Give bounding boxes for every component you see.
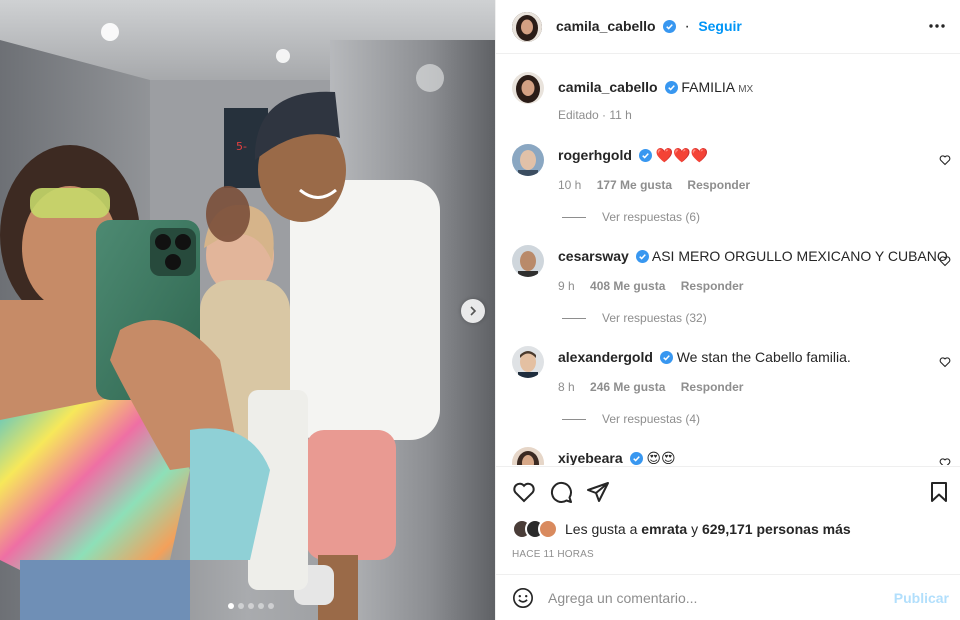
view-replies-label: Ver respuestas (32) xyxy=(602,311,707,325)
view-replies-label: Ver respuestas (6) xyxy=(602,210,701,224)
commenter-avatar[interactable] xyxy=(512,144,544,176)
heart-icon[interactable] xyxy=(939,457,951,465)
comment-username[interactable]: cesarsway xyxy=(558,248,629,264)
heart-icon[interactable] xyxy=(512,480,536,504)
share-icon[interactable] xyxy=(586,480,610,504)
next-slide-button[interactable] xyxy=(461,299,485,323)
carousel-dot xyxy=(258,603,264,609)
comment-username[interactable]: alexandergold xyxy=(558,349,653,365)
author-avatar[interactable] xyxy=(512,72,544,104)
post-timestamp[interactable]: HACE 11 HORAS xyxy=(512,549,594,560)
likes-prefix: Les gusta a xyxy=(565,521,638,537)
carousel-dot xyxy=(238,603,244,609)
view-replies-label: Ver respuestas (4) xyxy=(602,412,701,426)
heart-icon[interactable] xyxy=(939,154,951,166)
comment-likes[interactable]: 177 Me gusta xyxy=(597,178,672,192)
verified-icon xyxy=(663,20,677,33)
view-replies-button[interactable]: Ver respuestas (4) xyxy=(562,412,700,426)
post-header: camila_cabello · Seguir xyxy=(496,0,960,54)
post-actions: Les gusta a emrata y 629,171 personas má… xyxy=(496,466,960,574)
verified-icon xyxy=(659,351,673,364)
verified-icon xyxy=(629,452,643,465)
replies-divider xyxy=(562,317,586,319)
likes-joiner: y xyxy=(691,521,699,537)
comment-icon[interactable] xyxy=(549,480,573,504)
comments-list[interactable]: camila_cabello FAMILIA MX Editado · 11 h… xyxy=(496,55,960,465)
comment-meta: 9 h 408 Me gusta Responder xyxy=(558,279,755,293)
photo-elevator-selfie: 5- xyxy=(0,0,495,620)
carousel-dot xyxy=(268,603,274,609)
likes-summary[interactable]: Les gusta a emrata y 629,171 personas má… xyxy=(512,519,851,539)
carousel-indicator xyxy=(228,603,274,609)
reply-button[interactable]: Responder xyxy=(681,380,744,394)
commenter-avatar[interactable] xyxy=(512,346,544,378)
avatar-image xyxy=(512,447,544,465)
carousel-dot xyxy=(228,603,234,609)
emoji-icon[interactable] xyxy=(512,587,534,609)
heart-icon[interactable] xyxy=(939,356,951,368)
carousel-dot xyxy=(248,603,254,609)
publish-button[interactable]: Publicar xyxy=(894,590,949,606)
follow-button[interactable]: Seguir xyxy=(698,18,742,34)
comment-item: cesarsway ASI MERO ORGULLO MEXICANO Y CU… xyxy=(496,245,960,325)
comment-text: We stan the Cabello familia. xyxy=(676,349,851,365)
verified-icon xyxy=(664,81,678,94)
verified-icon xyxy=(635,250,649,263)
caption-flag: MX xyxy=(738,84,754,95)
comment-input[interactable] xyxy=(548,587,888,609)
comment-time: 9 h xyxy=(558,279,575,293)
avatar-image xyxy=(512,245,544,277)
chevron-right-icon xyxy=(470,306,477,316)
heart-icon[interactable] xyxy=(939,255,951,267)
comment-item: alexandergold We stan the Cabello famili… xyxy=(496,346,960,426)
add-comment-bar: Publicar xyxy=(496,574,960,620)
likes-count[interactable]: 629,171 personas más xyxy=(702,521,851,537)
post-caption: camila_cabello FAMILIA MX Editado · 11 h xyxy=(496,72,960,132)
avatar-image xyxy=(512,346,544,378)
reply-button[interactable]: Responder xyxy=(681,279,744,293)
view-replies-button[interactable]: Ver respuestas (32) xyxy=(562,311,707,325)
reply-button[interactable]: Responder xyxy=(687,178,750,192)
avatar-image xyxy=(512,72,544,104)
liker-avatar xyxy=(538,519,558,539)
author-username[interactable]: camila_cabello xyxy=(556,18,656,34)
comment-username[interactable]: rogerhgold xyxy=(558,147,632,163)
comment-text: ❤️❤️❤️ xyxy=(655,147,708,163)
comment-likes[interactable]: 408 Me gusta xyxy=(590,279,665,293)
comment-item: rogerhgold ❤️❤️❤️ 10 h 177 Me gusta Resp… xyxy=(496,144,960,224)
svg-text:5-: 5- xyxy=(236,140,247,153)
caption-meta: Editado · 11 h xyxy=(558,108,632,122)
liker-username[interactable]: emrata xyxy=(641,521,687,537)
comment-text: ASI MERO ORGULLO MEXICANO Y CUBANO xyxy=(651,248,948,264)
avatar-image xyxy=(512,12,542,42)
post-media[interactable]: 5- xyxy=(0,0,495,620)
likes-text: Les gusta a emrata y 629,171 personas má… xyxy=(565,521,851,537)
post-sidebar: camila_cabello · Seguir camila_cabello F… xyxy=(495,0,960,620)
comment-meta: 10 h 177 Me gusta Responder xyxy=(558,178,762,192)
replies-divider xyxy=(562,418,586,420)
comment-item: xiyebeara 😍😍 xyxy=(496,447,960,465)
comment-time: 8 h xyxy=(558,380,575,394)
comment-time: 10 h xyxy=(558,178,582,192)
verified-icon xyxy=(638,149,652,162)
caption-text: FAMILIA xyxy=(681,79,735,95)
bookmark-icon[interactable] xyxy=(927,480,951,504)
more-icon[interactable] xyxy=(927,16,947,36)
replies-divider xyxy=(562,216,586,218)
comment-username[interactable]: xiyebeara xyxy=(558,450,623,465)
avatar-image xyxy=(512,144,544,176)
commenter-avatar[interactable] xyxy=(512,245,544,277)
caption-username[interactable]: camila_cabello xyxy=(558,79,658,95)
commenter-avatar[interactable] xyxy=(512,447,544,465)
comment-text: 😍😍 xyxy=(646,450,676,465)
comment-meta: 8 h 246 Me gusta Responder xyxy=(558,380,755,394)
author-avatar[interactable] xyxy=(512,12,542,42)
comment-likes[interactable]: 246 Me gusta xyxy=(590,380,665,394)
view-replies-button[interactable]: Ver respuestas (6) xyxy=(562,210,700,224)
